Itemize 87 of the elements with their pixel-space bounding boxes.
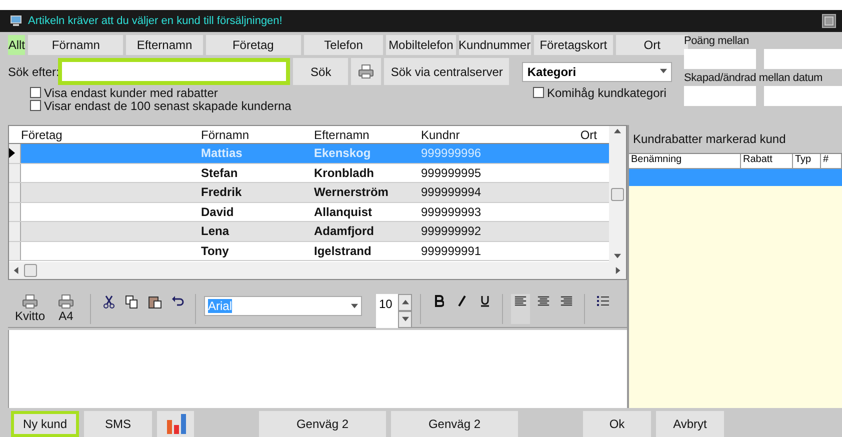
column-header[interactable]: Företag bbox=[21, 128, 201, 142]
action-button[interactable]: Ok bbox=[583, 411, 651, 437]
table-cell-text: Mattias bbox=[201, 146, 244, 160]
search-tab[interactable]: Mobiltelefon bbox=[386, 35, 456, 55]
table-cell-text: 999999993 bbox=[421, 204, 482, 219]
customer-row[interactable]: David Allanquist 999999993 bbox=[9, 202, 609, 222]
table-cell-text: Igelstrand bbox=[314, 244, 372, 258]
filter-label: Visar endast de 100 senast skapade kunderna bbox=[44, 98, 292, 112]
column-header[interactable]: Förnamn bbox=[201, 128, 314, 142]
table-cell-text: Lena bbox=[201, 224, 230, 238]
right-arrow-icon bbox=[615, 267, 622, 274]
table-cell-text: 999999995 bbox=[421, 166, 482, 180]
table-cell-text: 999999996 bbox=[421, 146, 482, 160]
filter-label: Visa endast kunder med rabatter bbox=[44, 86, 218, 100]
table-cell-text: Fredrik bbox=[201, 185, 243, 200]
maximize-button[interactable] bbox=[822, 14, 836, 28]
table-cell-text: David bbox=[201, 204, 235, 219]
up-arrow-icon bbox=[402, 299, 408, 306]
align-center-icon bbox=[537, 295, 550, 307]
table-cell-text: 999999991 bbox=[421, 244, 482, 258]
column-header[interactable]: Efternamn bbox=[314, 128, 421, 142]
app-icon bbox=[10, 15, 22, 27]
search-tab[interactable]: Allt bbox=[8, 35, 26, 55]
up-arrow-icon bbox=[614, 128, 621, 135]
table-cell-text: Adamfjord bbox=[314, 224, 375, 238]
printer-icon bbox=[58, 294, 74, 309]
range-label: Skapad/ändrad mellan datum bbox=[684, 72, 824, 84]
checkbox[interactable] bbox=[30, 87, 41, 98]
search-tab[interactable]: Förnamn bbox=[28, 35, 124, 55]
down-arrow-icon bbox=[660, 68, 668, 75]
table-cell-text: Allanquist bbox=[314, 204, 374, 219]
search-button[interactable]: Sök bbox=[293, 58, 348, 85]
table-cell-text: 999999992 bbox=[421, 224, 482, 238]
customer-row[interactable]: Lena Adamfjord 999999992 bbox=[9, 222, 609, 242]
action-button[interactable]: Ny kund bbox=[11, 411, 79, 437]
search-tab[interactable]: Kundnummer bbox=[458, 35, 531, 55]
horizontal-scrollbar[interactable] bbox=[9, 262, 626, 279]
range-from-field[interactable] bbox=[684, 49, 756, 69]
search-tab[interactable]: Telefon bbox=[304, 35, 384, 55]
vertical-scrollbar[interactable] bbox=[609, 126, 626, 262]
print-button[interactable]: Kvitto bbox=[14, 294, 46, 323]
table-cell-text: 999999994 bbox=[421, 185, 482, 200]
table-cell-text: Stefan bbox=[201, 166, 239, 180]
print-button[interactable]: A4 bbox=[50, 294, 82, 323]
column-header[interactable]: Kundnr bbox=[421, 128, 561, 142]
range-to-field[interactable] bbox=[764, 86, 842, 106]
search-field[interactable] bbox=[58, 58, 290, 85]
category-dropdown[interactable]: Kategori bbox=[522, 62, 672, 82]
printer-icon bbox=[22, 294, 38, 309]
customer-row[interactable]: Tony Igelstrand 999999991 bbox=[9, 242, 609, 261]
window-title: Artikeln kräver att du väljer en kund till försäljningen! bbox=[28, 15, 284, 27]
action-button[interactable]: SMS bbox=[84, 411, 152, 437]
down-arrow-icon bbox=[402, 316, 408, 323]
left-arrow-icon bbox=[13, 267, 20, 274]
shortcut-button[interactable]: Genväg 2 bbox=[259, 411, 386, 437]
align-button[interactable] bbox=[511, 294, 530, 324]
table-cell-text: Kronbladh bbox=[314, 166, 375, 180]
print-button[interactable] bbox=[351, 58, 382, 85]
row-pointer-icon bbox=[9, 148, 15, 158]
table-cell-text: Ekenskog bbox=[314, 146, 372, 160]
range-from-field[interactable] bbox=[684, 86, 756, 106]
action-button[interactable]: Avbryt bbox=[656, 411, 724, 437]
scroll-thumb[interactable] bbox=[24, 264, 37, 277]
printer-icon bbox=[358, 64, 374, 79]
panel-title: Kundrabatter markerad kund bbox=[632, 131, 787, 148]
customer-row[interactable]: Stefan Kronbladh 999999995 bbox=[9, 164, 609, 183]
search-label: Sök efter: bbox=[8, 64, 60, 78]
down-arrow-icon bbox=[351, 302, 358, 310]
search-tab[interactable]: Företagskort bbox=[534, 35, 614, 55]
scroll-thumb[interactable] bbox=[611, 188, 624, 200]
table-cell-text: Tony bbox=[201, 244, 230, 258]
align-left-icon bbox=[514, 295, 527, 307]
remember-category-label: Komihåg kundkategori bbox=[547, 86, 666, 100]
statistics-button[interactable] bbox=[157, 411, 194, 437]
customer-row[interactable]: Fredrik Wernerström 999999994 bbox=[9, 183, 609, 202]
table-cell-text: Wernerström bbox=[314, 185, 390, 200]
checkbox[interactable] bbox=[30, 100, 41, 111]
down-arrow-icon bbox=[614, 253, 621, 260]
central-search-button[interactable]: Sök via centralserver bbox=[384, 58, 510, 85]
font-size-spinner[interactable] bbox=[398, 294, 412, 328]
checkbox[interactable] bbox=[533, 87, 544, 98]
align-right-icon bbox=[560, 295, 573, 307]
search-tab[interactable]: Företag bbox=[206, 35, 301, 55]
column-header[interactable]: Ort bbox=[561, 128, 609, 142]
range-to-field[interactable] bbox=[764, 49, 842, 69]
search-tab[interactable]: Efternamn bbox=[126, 35, 203, 55]
shortcut-button[interactable]: Genväg 2 bbox=[391, 411, 518, 437]
